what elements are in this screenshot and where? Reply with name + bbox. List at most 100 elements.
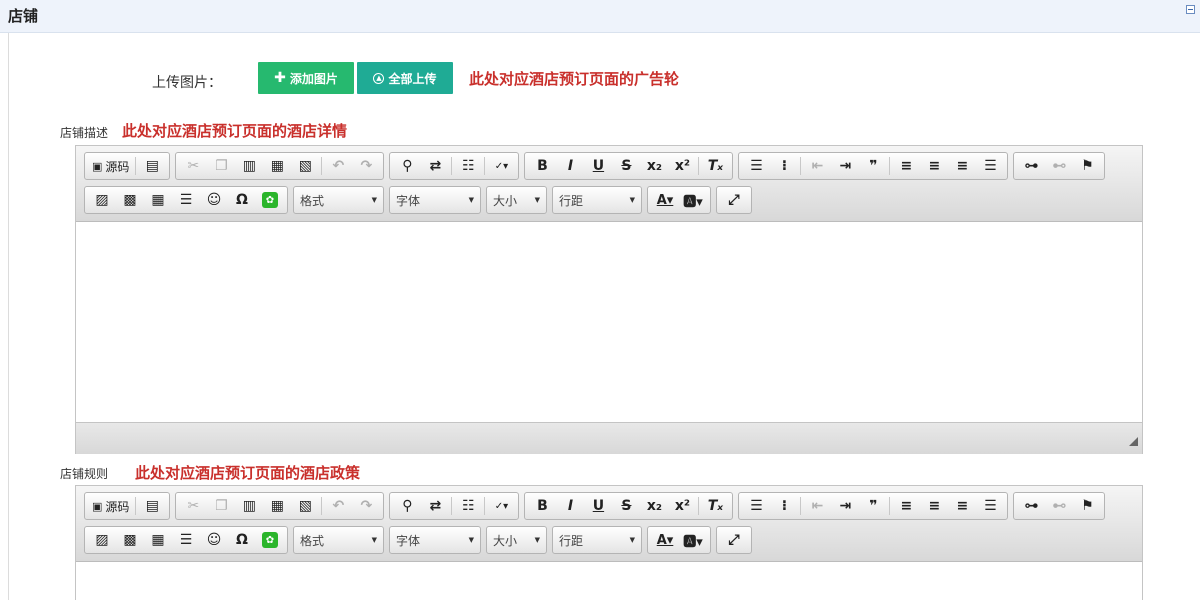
undo-icon[interactable]: ↶ [324, 153, 352, 179]
table-icon[interactable]: ▦ [144, 187, 172, 213]
underline-icon[interactable]: U [584, 153, 612, 179]
image-icon[interactable]: ▩ [116, 527, 144, 553]
copy-icon[interactable]: ❐ [207, 153, 235, 179]
smiley-icon[interactable]: ☺ [200, 527, 228, 553]
image-gallery-icon[interactable]: ▨ [88, 527, 116, 553]
redo-icon[interactable]: ↷ [352, 153, 380, 179]
font-select[interactable]: 字体 ▼ [389, 186, 481, 214]
size-select[interactable]: 大小 ▼ [486, 186, 547, 214]
copy-icon[interactable]: ❐ [207, 493, 235, 519]
justify-icon[interactable]: ☰ [976, 153, 1004, 179]
superscript-icon[interactable]: x² [668, 153, 696, 179]
description-editor-body[interactable] [76, 222, 1142, 422]
strike-icon[interactable]: S [612, 153, 640, 179]
paste-text-icon[interactable]: ▦ [263, 493, 291, 519]
bg-color-icon[interactable]: 🅰▾ [679, 527, 707, 553]
remove-format-icon[interactable]: Tₓ [701, 153, 729, 179]
bulleted-list-icon[interactable]: ⁝ [770, 153, 798, 179]
link-icon[interactable]: ⊶ [1017, 153, 1045, 179]
bulleted-list-icon[interactable]: ⁝ [770, 493, 798, 519]
outdent-icon[interactable]: ⇤ [803, 493, 831, 519]
source-icon: ▣ [92, 499, 103, 513]
line-height-select[interactable]: 行距 ▼ [552, 186, 642, 214]
unlink-icon[interactable]: ⊷ [1045, 493, 1073, 519]
maximize-icon[interactable]: ⤢ [720, 187, 748, 213]
subscript-icon[interactable]: x₂ [640, 493, 668, 519]
replace-icon[interactable]: ⇄ [421, 153, 449, 179]
find-icon[interactable]: ⚲ [393, 493, 421, 519]
table-icon[interactable]: ▦ [144, 527, 172, 553]
upload-all-button[interactable]: ▲ 全部上传 [357, 62, 453, 94]
text-color-icon[interactable]: A▾ [651, 187, 679, 213]
justify-icon[interactable]: ☰ [976, 493, 1004, 519]
size-select[interactable]: 大小 ▼ [486, 526, 547, 554]
image-gallery-icon[interactable]: ▨ [88, 187, 116, 213]
outdent-icon[interactable]: ⇤ [803, 153, 831, 179]
bold-icon[interactable]: B [528, 153, 556, 179]
align-right-icon[interactable]: ≡ [948, 493, 976, 519]
blockquote-icon[interactable]: ❞ [859, 493, 887, 519]
spellcheck-icon[interactable]: ✓▾ [487, 493, 515, 519]
indent-icon[interactable]: ⇥ [831, 153, 859, 179]
image-icon[interactable]: ▩ [116, 187, 144, 213]
align-center-icon[interactable]: ≡ [920, 493, 948, 519]
cut-icon[interactable]: ✂ [179, 493, 207, 519]
paste-text-icon[interactable]: ▦ [263, 153, 291, 179]
redo-icon[interactable]: ↷ [352, 493, 380, 519]
superscript-icon[interactable]: x² [668, 493, 696, 519]
maximize-icon[interactable]: ⤢ [720, 527, 748, 553]
find-icon[interactable]: ⚲ [393, 153, 421, 179]
numbered-list-icon[interactable]: ☰ [742, 493, 770, 519]
align-left-icon[interactable]: ≡ [892, 153, 920, 179]
paste-word-icon[interactable]: ▧ [291, 153, 319, 179]
select-all-icon[interactable]: ☷ [454, 493, 482, 519]
resize-handle-icon[interactable] [1129, 437, 1138, 446]
align-right-icon[interactable]: ≡ [948, 153, 976, 179]
link-icon[interactable]: ⊶ [1017, 493, 1045, 519]
align-center-icon[interactable]: ≡ [920, 153, 948, 179]
bold-icon[interactable]: B [528, 493, 556, 519]
remove-format-icon[interactable]: Tₓ [701, 493, 729, 519]
bg-color-icon[interactable]: 🅰▾ [679, 187, 707, 213]
paste-icon[interactable]: ▥ [235, 153, 263, 179]
new-page-icon[interactable]: ▤ [138, 153, 166, 179]
add-image-button[interactable]: ✚ 添加图片 [258, 62, 354, 94]
paste-word-icon[interactable]: ▧ [291, 493, 319, 519]
new-page-icon[interactable]: ▤ [138, 493, 166, 519]
format-select[interactable]: 格式 ▼ [293, 526, 384, 554]
italic-icon[interactable]: I [556, 493, 584, 519]
strike-icon[interactable]: S [612, 493, 640, 519]
special-char-icon[interactable]: Ω [228, 187, 256, 213]
anchor-flag-icon[interactable]: ⚑ [1073, 153, 1101, 179]
source-button[interactable]: ▣ 源码 [88, 493, 133, 519]
collapse-icon[interactable] [1186, 5, 1195, 14]
paste-icon[interactable]: ▥ [235, 493, 263, 519]
text-color-icon[interactable]: A▾ [651, 527, 679, 553]
spellcheck-icon[interactable]: ✓▾ [487, 153, 515, 179]
rules-editor-body[interactable] [76, 562, 1142, 602]
align-left-icon[interactable]: ≡ [892, 493, 920, 519]
indent-icon[interactable]: ⇥ [831, 493, 859, 519]
caret-down-icon: ▼ [371, 196, 377, 204]
undo-icon[interactable]: ↶ [324, 493, 352, 519]
anchor-flag-icon[interactable]: ⚑ [1073, 493, 1101, 519]
horizontal-rule-icon[interactable]: ☰ [172, 527, 200, 553]
underline-icon[interactable]: U [584, 493, 612, 519]
select-all-icon[interactable]: ☷ [454, 153, 482, 179]
blockquote-icon[interactable]: ❞ [859, 153, 887, 179]
line-height-select[interactable]: 行距 ▼ [552, 526, 642, 554]
wechat-button[interactable]: ✿ [256, 527, 284, 553]
format-select[interactable]: 格式 ▼ [293, 186, 384, 214]
special-char-icon[interactable]: Ω [228, 527, 256, 553]
wechat-button[interactable]: ✿ [256, 187, 284, 213]
source-button[interactable]: ▣ 源码 [88, 153, 133, 179]
replace-icon[interactable]: ⇄ [421, 493, 449, 519]
subscript-icon[interactable]: x₂ [640, 153, 668, 179]
smiley-icon[interactable]: ☺ [200, 187, 228, 213]
cut-icon[interactable]: ✂ [179, 153, 207, 179]
italic-icon[interactable]: I [556, 153, 584, 179]
unlink-icon[interactable]: ⊷ [1045, 153, 1073, 179]
numbered-list-icon[interactable]: ☰ [742, 153, 770, 179]
font-select[interactable]: 字体 ▼ [389, 526, 481, 554]
horizontal-rule-icon[interactable]: ☰ [172, 187, 200, 213]
